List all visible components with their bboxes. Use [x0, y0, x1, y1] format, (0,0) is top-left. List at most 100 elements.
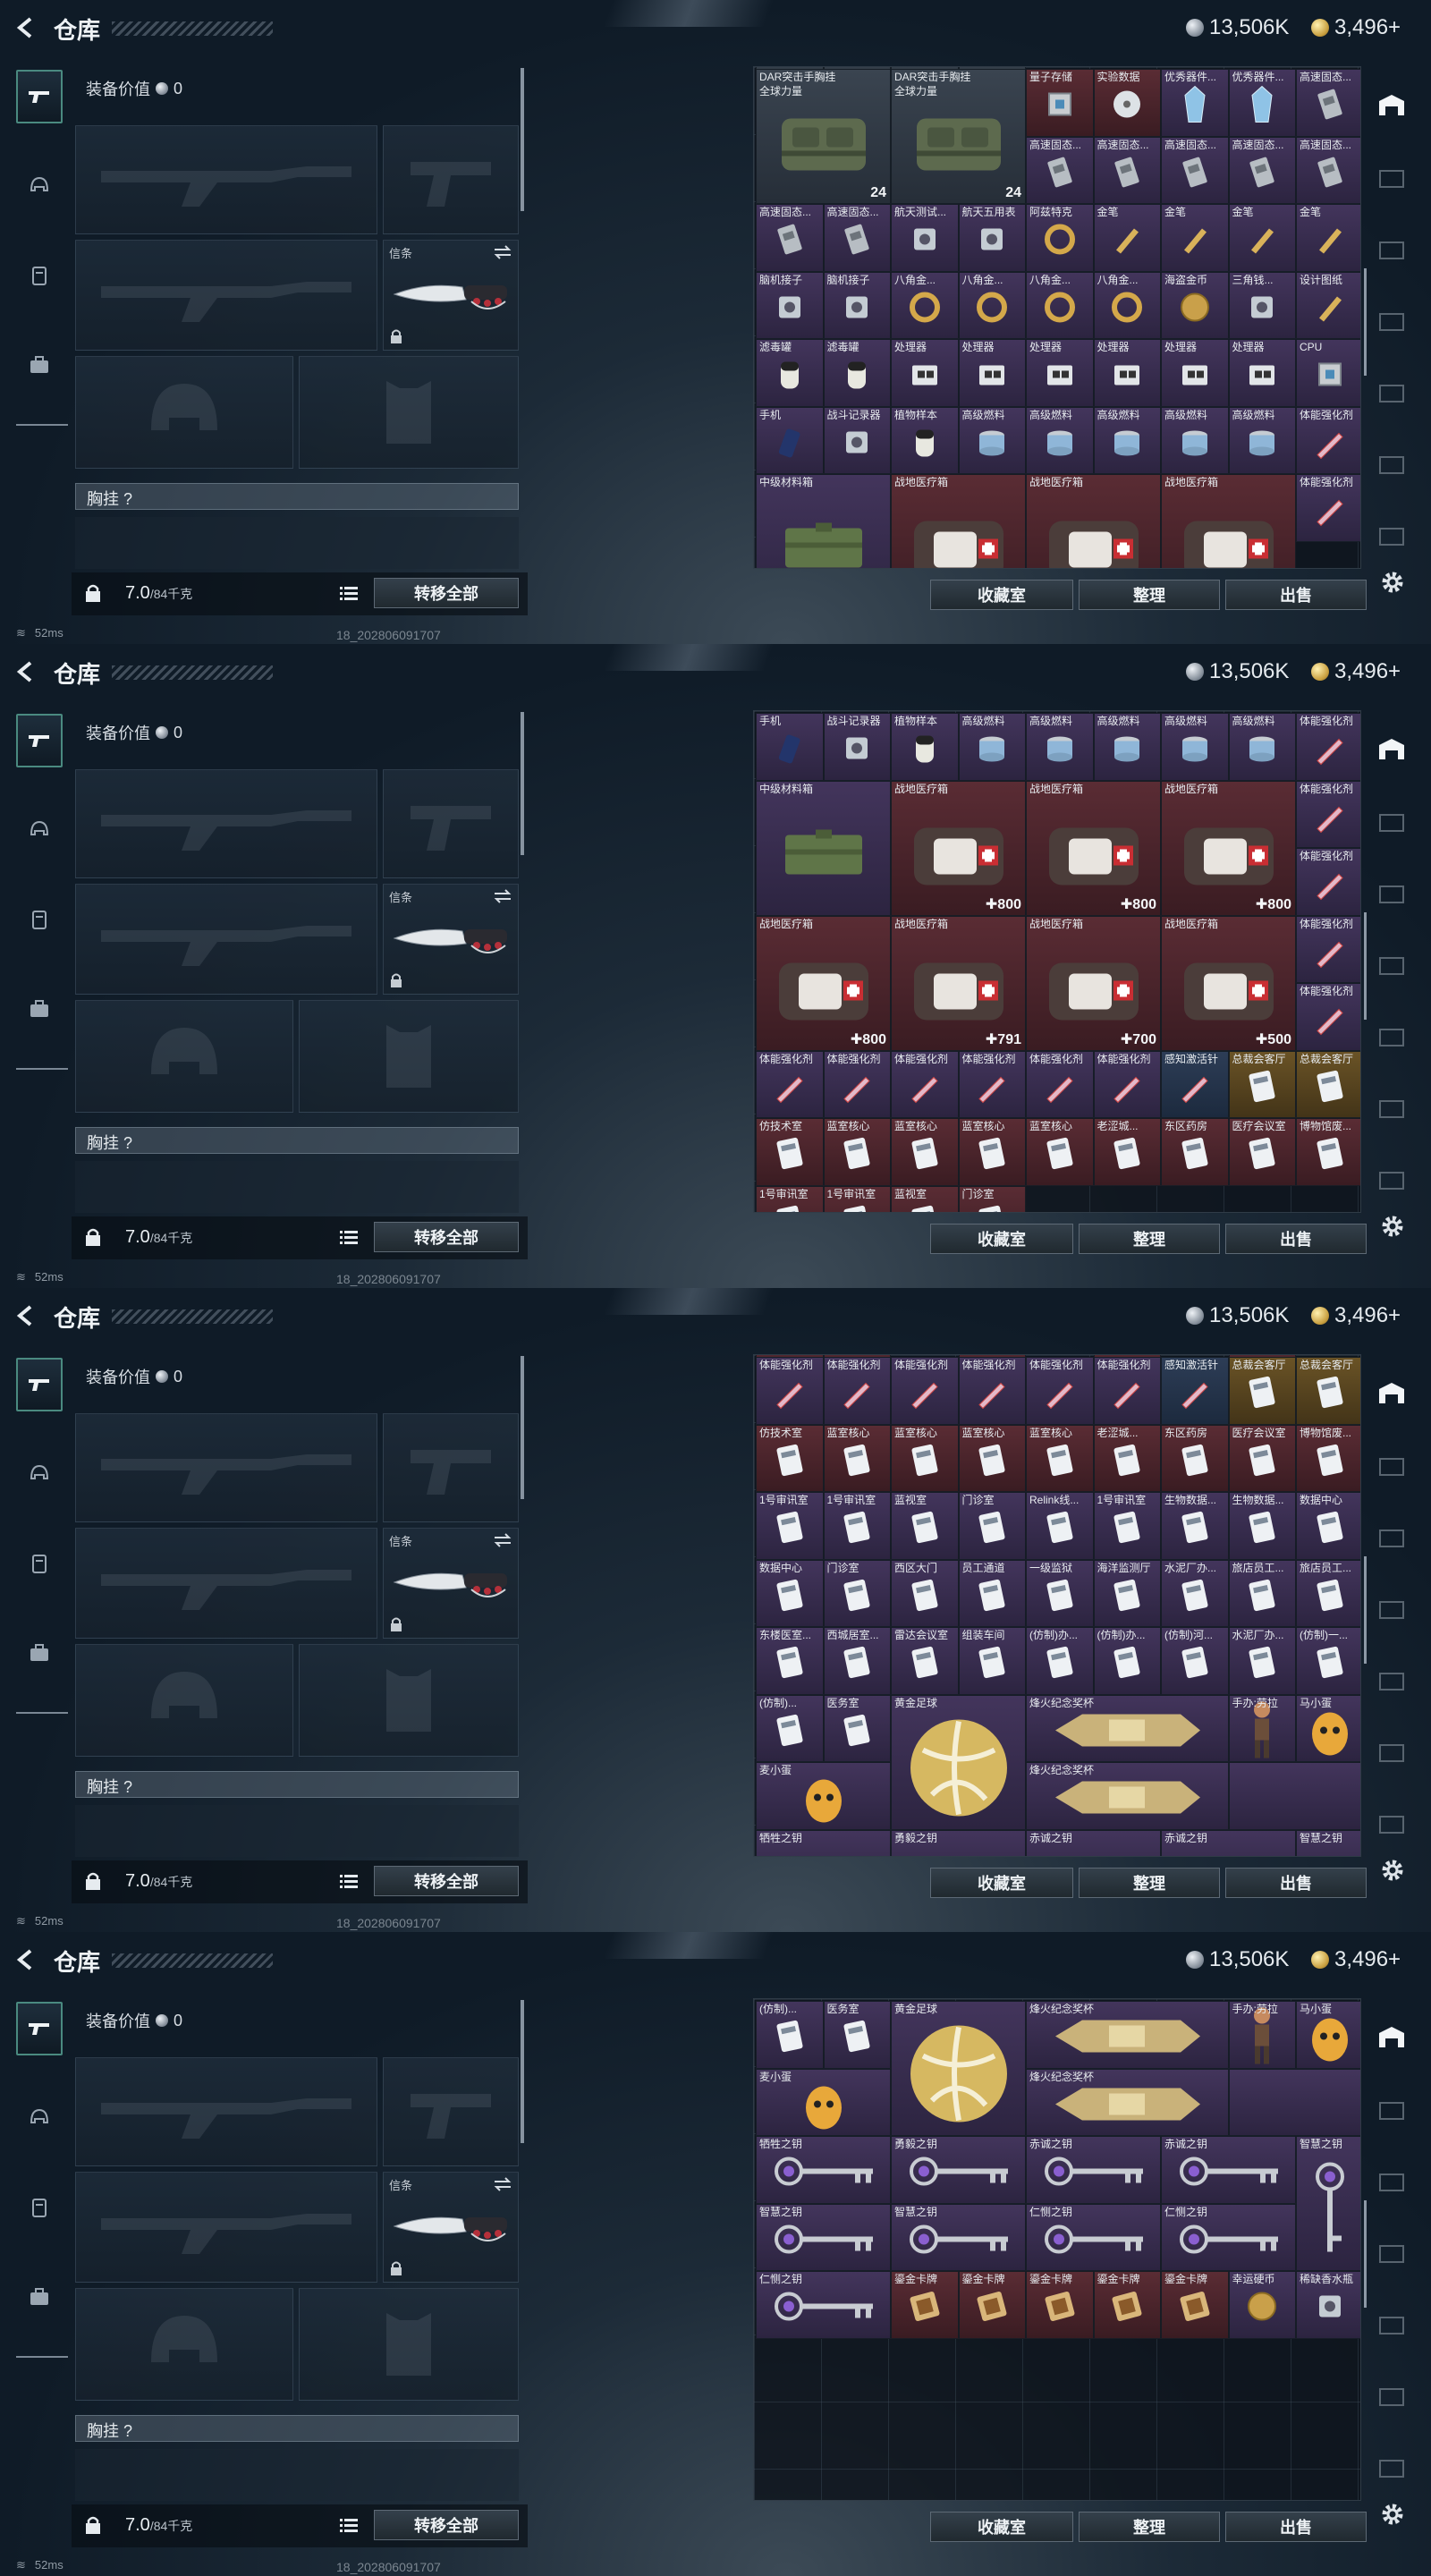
inventory-item[interactable]: 航天五用表: [958, 204, 1026, 272]
inventory-item[interactable]: 赤诚之钥: [1161, 2136, 1296, 2204]
inventory-item[interactable]: 智慧之钥: [1296, 2136, 1360, 2271]
inventory-item[interactable]: 东区药房: [1161, 1118, 1229, 1186]
tab-weapons[interactable]: [16, 2002, 63, 2055]
inventory-item[interactable]: 处理器: [1161, 339, 1229, 407]
inventory-item[interactable]: 航天测试...: [891, 204, 959, 272]
inventory-item[interactable]: 赤诚之钥: [1161, 1829, 1296, 1856]
inventory-item[interactable]: 高级燃料: [1093, 406, 1161, 474]
inventory-item[interactable]: 赤诚之钥: [1026, 2136, 1161, 2204]
inventory-item[interactable]: 一级监狱: [1026, 1559, 1094, 1627]
list-icon[interactable]: [340, 586, 358, 602]
chest-rig-slot[interactable]: [75, 1805, 519, 1857]
inventory-item[interactable]: 高速固态...: [1093, 136, 1161, 204]
inventory-item[interactable]: 体能强化剂: [756, 1050, 824, 1118]
inventory-item[interactable]: 蓝视室: [891, 1492, 959, 1560]
armor-slot[interactable]: [299, 356, 519, 469]
inventory-item[interactable]: 总裁会客厅: [1228, 1357, 1296, 1425]
inventory-item[interactable]: 体能强化剂: [1026, 1050, 1094, 1118]
tab-vest[interactable]: [16, 2181, 63, 2234]
inventory-item[interactable]: 蓝室核心: [958, 1424, 1026, 1492]
tab-warehouse-4[interactable]: [1367, 1009, 1417, 1063]
sort-button[interactable]: 整理: [1079, 2512, 1220, 2542]
inventory-item[interactable]: (仿制)...: [756, 2001, 824, 2069]
inventory-item[interactable]: 手机: [756, 713, 824, 781]
inventory-item[interactable]: 战地医疗箱: [891, 474, 1026, 568]
inventory-item[interactable]: 1号审讯室: [823, 1492, 891, 1560]
swap-icon[interactable]: [493, 244, 512, 260]
tab-warehouse-6[interactable]: [1367, 1152, 1417, 1206]
back-button[interactable]: [13, 1302, 39, 1329]
transfer-all-button[interactable]: 转移全部: [374, 578, 519, 608]
inventory-item[interactable]: 八角金...: [958, 271, 1026, 339]
collection-room-button[interactable]: 收藏室: [930, 1224, 1073, 1254]
lock-icon[interactable]: [84, 583, 102, 603]
inventory-item[interactable]: 高速固态...: [1228, 136, 1296, 204]
collection-room-button[interactable]: 收藏室: [930, 2512, 1073, 2542]
tab-backpack[interactable]: [16, 2270, 63, 2324]
inventory-item[interactable]: 智慧之钥: [756, 2203, 891, 2271]
sell-button[interactable]: 出售: [1225, 1868, 1367, 1898]
inventory-item[interactable]: 中级材料箱: [756, 474, 891, 568]
inventory-item[interactable]: 高级燃料: [1161, 713, 1229, 781]
tab-helmet[interactable]: [16, 803, 63, 857]
inventory-item[interactable]: 数据中心: [756, 1559, 824, 1627]
tab-vest[interactable]: [16, 1537, 63, 1590]
tab-warehouse-6[interactable]: [1367, 2440, 1417, 2494]
inventory-item[interactable]: 黄金足球: [891, 1694, 1026, 1830]
inventory-item[interactable]: 赤诚之钥: [1026, 1829, 1161, 1856]
inventory-item[interactable]: 1号审讯室: [1093, 1492, 1161, 1560]
inventory-item[interactable]: 高速固态...: [1296, 136, 1360, 204]
gold-currency[interactable]: 3,496+: [1311, 1946, 1401, 1973]
inventory-item[interactable]: 设计图纸: [1296, 271, 1360, 339]
inventory-item[interactable]: 体能强化剂: [1026, 1357, 1094, 1425]
inventory-item[interactable]: 优秀器件...: [1161, 69, 1229, 137]
silver-currency[interactable]: 13,506K: [1186, 1302, 1289, 1329]
list-icon[interactable]: [340, 1874, 358, 1890]
inventory-item[interactable]: 总裁会客厅: [1228, 1050, 1296, 1118]
transfer-all-button[interactable]: 转移全部: [374, 2510, 519, 2540]
primary-weapon-slot[interactable]: [75, 2057, 377, 2166]
inventory-item[interactable]: 脑机接子: [823, 271, 891, 339]
primary-weapon-slot[interactable]: [75, 1413, 377, 1522]
inventory-item[interactable]: Relink线...: [1026, 1492, 1094, 1560]
inventory-item[interactable]: 仁恻之钥: [1161, 2203, 1296, 2271]
tab-warehouse-1[interactable]: [1367, 794, 1417, 848]
inventory-item[interactable]: 实验数据: [1093, 69, 1161, 137]
tab-warehouse-6[interactable]: [1367, 508, 1417, 562]
inventory-item[interactable]: 门诊室: [823, 1559, 891, 1627]
melee-slot[interactable]: 信条: [383, 884, 519, 995]
inventory-item[interactable]: 体能强化剂: [1296, 406, 1360, 474]
tab-vest[interactable]: [16, 249, 63, 302]
inventory-item[interactable]: 体能强化剂: [756, 1357, 824, 1425]
chest-rig-header[interactable]: 胸挂 ?: [75, 2415, 519, 2442]
silver-currency[interactable]: 13,506K: [1186, 14, 1289, 41]
inventory-item[interactable]: DAR突击手胸挂 全球力量 24: [756, 69, 891, 204]
inventory-item[interactable]: 东楼医室...: [756, 1627, 824, 1695]
inventory-item[interactable]: 处理器: [891, 339, 959, 407]
inventory-item[interactable]: 员工通道: [958, 1559, 1026, 1627]
inventory-item[interactable]: 门诊室: [958, 1492, 1026, 1560]
inventory-item[interactable]: 战地医疗箱 ✚800: [1026, 780, 1161, 916]
inventory-item[interactable]: 体能强化剂: [1296, 915, 1360, 983]
inventory-item[interactable]: 手机: [756, 406, 824, 474]
chest-rig-slot[interactable]: [75, 1161, 519, 1213]
inventory-item[interactable]: 仿技术室: [756, 1424, 824, 1492]
inventory-item[interactable]: 手办:劳拉: [1228, 2001, 1296, 2069]
inventory-item[interactable]: 高级燃料: [1228, 406, 1296, 474]
inventory-item[interactable]: 战斗记录器: [823, 713, 891, 781]
inventory-item[interactable]: 战地医疗箱: [1026, 474, 1161, 568]
inventory-item[interactable]: 体能强化剂: [891, 1357, 959, 1425]
inventory-item[interactable]: 西城居室...: [823, 1627, 891, 1695]
tab-warehouse-3[interactable]: [1367, 293, 1417, 347]
inventory-item[interactable]: 水泥厂办...: [1228, 1627, 1296, 1695]
tab-helmet[interactable]: [16, 159, 63, 213]
inventory-item[interactable]: 体能强化剂: [1093, 1050, 1161, 1118]
inventory-item[interactable]: 蓝室核心: [1026, 1118, 1094, 1186]
equipment-scrollbar[interactable]: [521, 1356, 524, 1499]
equipment-scrollbar[interactable]: [521, 68, 524, 211]
inventory-item[interactable]: 高级燃料: [1093, 713, 1161, 781]
inventory-item[interactable]: 战地医疗箱 ✚500: [1161, 915, 1296, 1051]
inventory-item[interactable]: 蓝室核心: [823, 1424, 891, 1492]
inventory-item[interactable]: 金笔: [1296, 204, 1360, 272]
sell-button[interactable]: 出售: [1225, 580, 1367, 610]
